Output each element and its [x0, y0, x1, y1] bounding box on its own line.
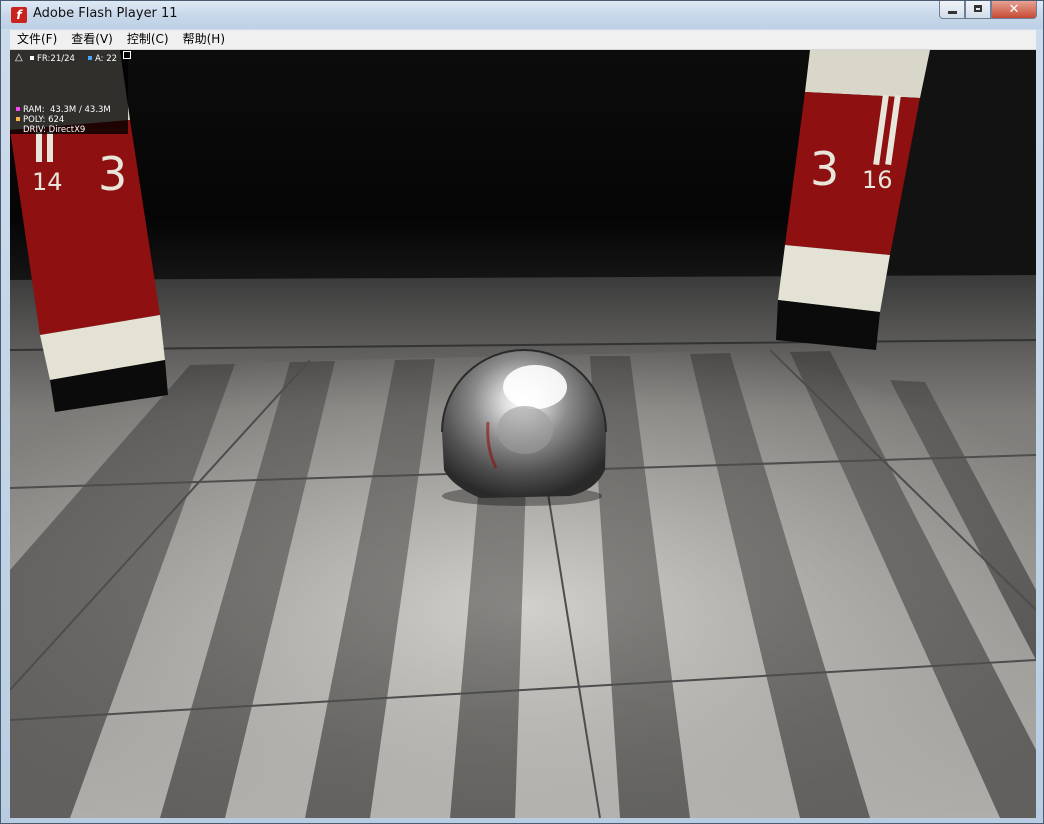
close-icon: ✕: [1008, 2, 1020, 17]
left-pillar-number-large: 3: [98, 147, 127, 201]
menu-control[interactable]: 控制(C): [120, 30, 176, 49]
left-pillar-number-small: 14: [32, 168, 63, 196]
stat-driver: DRIV: DirectX9: [23, 125, 86, 135]
minimize-icon: [948, 11, 957, 14]
stats-overlay: △ FR:21/24 A: 22 RAM: 43.3M / 43.3M POLY…: [10, 50, 131, 135]
flash-3d-viewport[interactable]: 14 3 3 16 △ FR:21/24 A: 22 RAM: 43.3M / …: [10, 50, 1036, 818]
window-title: Adobe Flash Player 11: [33, 6, 178, 21]
stat-a: A: 22: [88, 54, 117, 64]
menu-help[interactable]: 帮助(H): [176, 30, 232, 49]
a-color-swatch: [88, 56, 92, 60]
menu-file[interactable]: 文件(F): [10, 30, 64, 49]
ram-color-swatch: [16, 107, 20, 111]
menu-bar: 文件(F) 查看(V) 控制(C) 帮助(H): [10, 30, 1036, 50]
chrome-ball: [441, 349, 607, 506]
title-bar[interactable]: f Adobe Flash Player 11 ✕: [1, 1, 1043, 29]
menu-view[interactable]: 查看(V): [64, 30, 120, 49]
stat-poly: POLY: 624: [16, 115, 64, 125]
stat-frame-rate: FR:21/24: [30, 54, 75, 64]
fr-color-swatch: [30, 56, 34, 60]
stats-toggle-icon[interactable]: [123, 51, 131, 59]
maximize-button[interactable]: [965, 1, 991, 19]
right-pillar-number-large: 3: [810, 142, 839, 196]
maximize-icon: [974, 5, 982, 12]
scene-canvas: 14 3 3 16: [10, 50, 1036, 818]
poly-color-swatch: [16, 117, 20, 121]
minimize-button[interactable]: [939, 1, 965, 19]
right-pillar-number-small: 16: [862, 166, 893, 194]
close-button[interactable]: ✕: [991, 1, 1037, 19]
flash-player-window: f Adobe Flash Player 11 ✕ 文件(F) 查看(V) 控制…: [0, 0, 1044, 824]
stats-collapse-icon[interactable]: △: [15, 52, 23, 63]
flash-player-icon: f: [11, 7, 27, 23]
stat-ram: RAM: 43.3M / 43.3M: [16, 105, 111, 115]
